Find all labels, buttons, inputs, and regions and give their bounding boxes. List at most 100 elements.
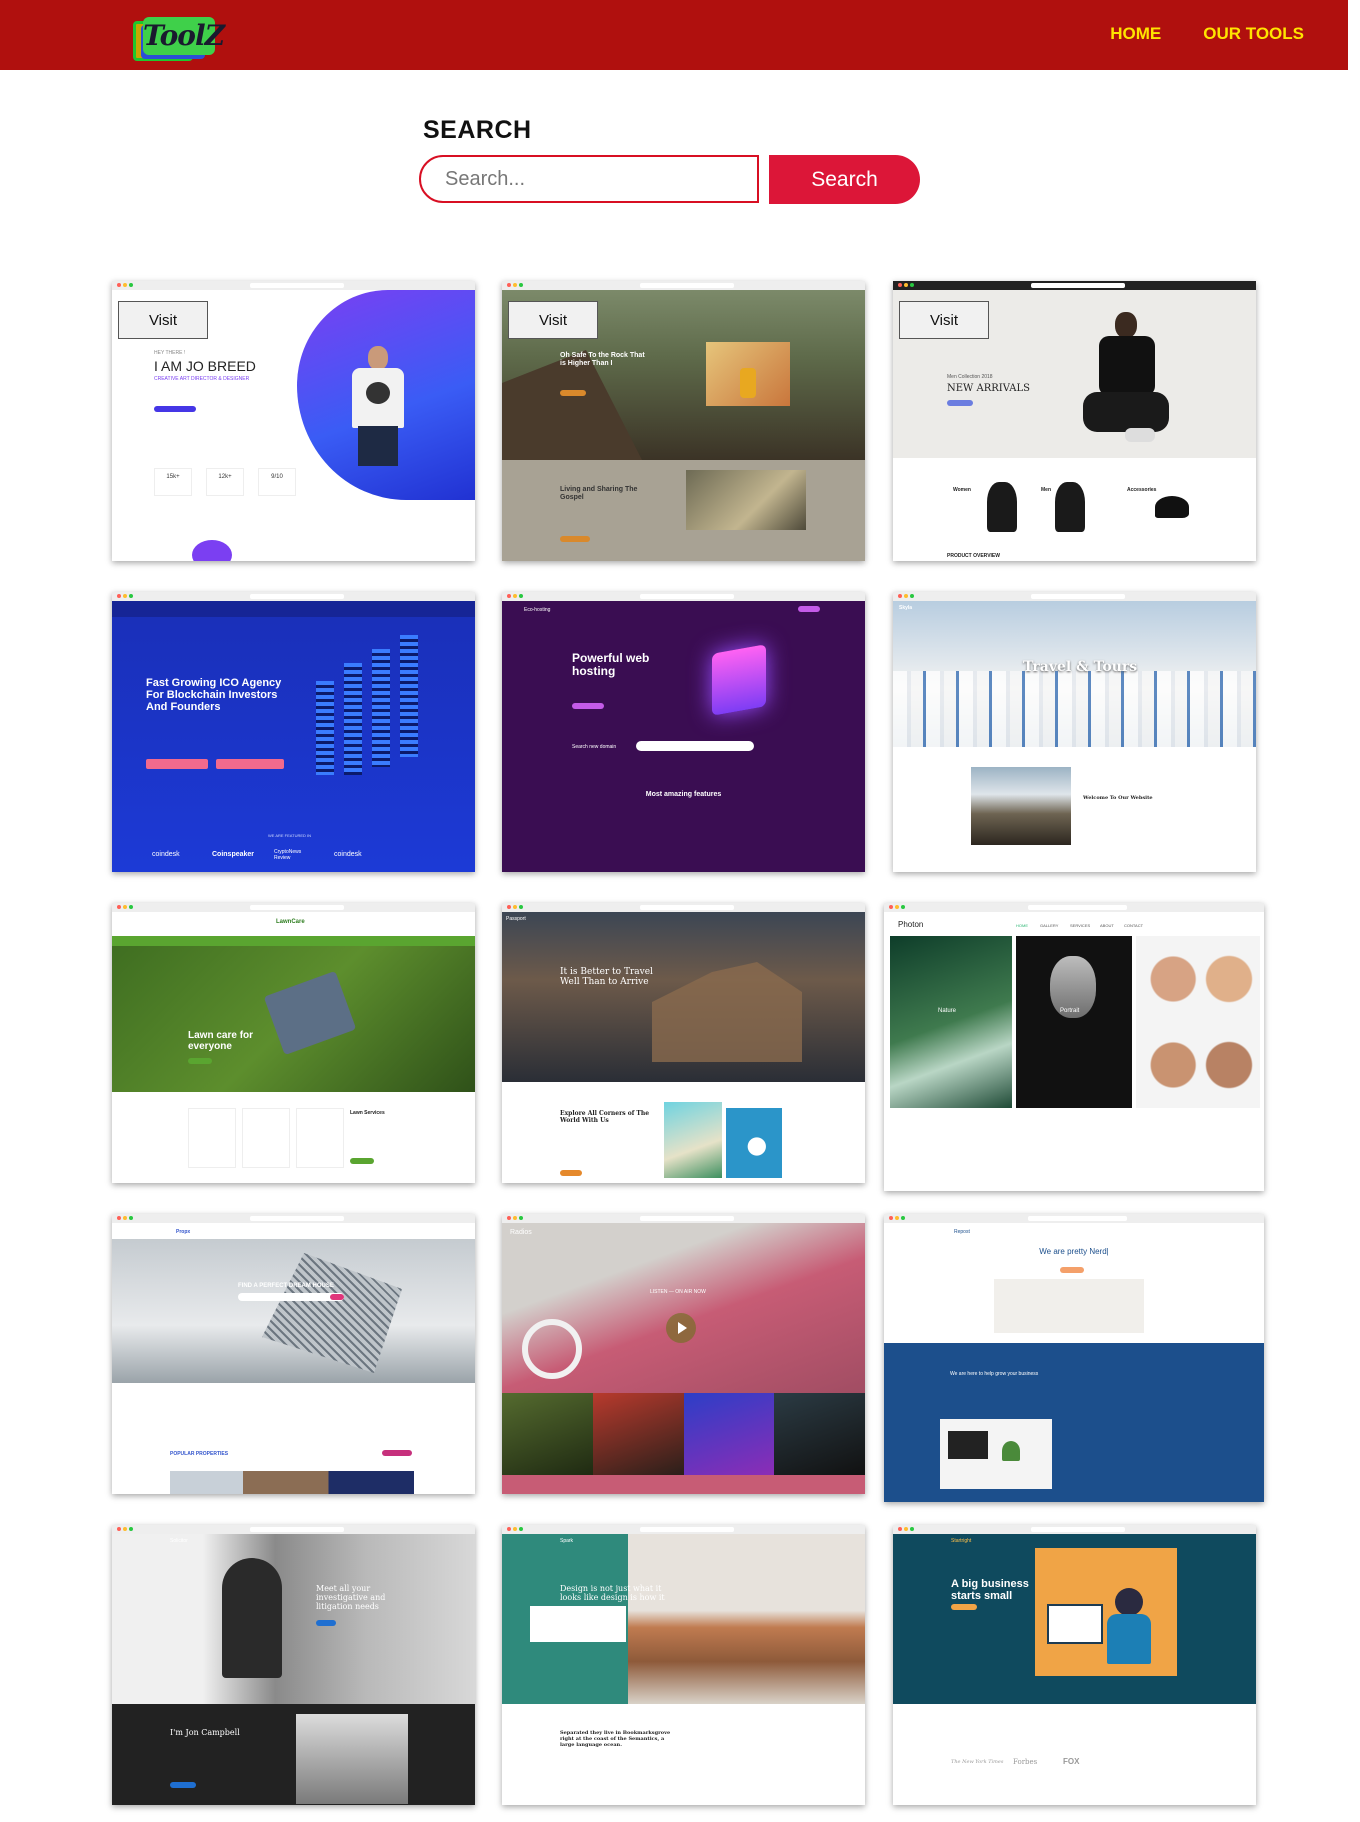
template-card-spark[interactable]: Spark Design is not just what it looks l…: [502, 1525, 865, 1805]
press-logo-4: coindesk: [334, 851, 362, 858]
site-brand: Repost: [954, 1229, 970, 1235]
site-nav: [112, 601, 475, 617]
site-brand: Skyla: [899, 605, 913, 611]
template-card-solicitor[interactable]: Solicitor Meet all your investigative an…: [112, 1525, 475, 1805]
laptop-photo: [940, 1419, 1052, 1489]
top-navbar: ToolZ HOME OUR TOOLS: [0, 0, 1348, 70]
portrait-photo: [1016, 936, 1132, 1108]
stat-2: 12k+: [206, 468, 244, 496]
cta-2: [216, 759, 284, 769]
visit-button[interactable]: Visit: [118, 301, 208, 339]
press-logo-1: The New York Times: [951, 1759, 1004, 1765]
template-preview: Passport It is Better to Travel Well Tha…: [502, 912, 865, 1183]
business-illustration: [1035, 1548, 1177, 1676]
nav-home[interactable]: HOME: [1110, 24, 1161, 44]
template-card-lawncare[interactable]: LawnCare Lawn care for everyone Lawn Ser…: [112, 903, 475, 1183]
hiker-photo: [706, 342, 790, 406]
toolz-logo[interactable]: ToolZ: [133, 17, 225, 63]
site-nav: [112, 936, 475, 946]
hero-button: [560, 390, 586, 396]
section-button: [560, 1170, 582, 1176]
template-card-passport[interactable]: Passport It is Better to Travel Well Tha…: [502, 903, 865, 1183]
nav-contact: CONTACT: [1124, 923, 1144, 928]
visit-button[interactable]: Visit: [899, 301, 989, 339]
people-photo: [1136, 936, 1260, 1108]
houses-texture: [893, 671, 1256, 747]
search-bar: [238, 1293, 344, 1301]
search-input[interactable]: [419, 155, 759, 203]
template-card-jobreed[interactable]: HEY THERE ! I AM JO BREED CREATIVE ART D…: [112, 281, 475, 561]
hero-button: [951, 1604, 977, 1610]
section-title: Explore All Corners of The World With Us: [560, 1110, 650, 1124]
hero-headline: Powerful web hosting: [572, 651, 650, 678]
template-card-hosting[interactable]: Eco-hosting Powerful web hosting Search …: [502, 592, 865, 872]
hero-headline: Lawn care for everyone: [188, 1030, 254, 1052]
visit-button[interactable]: Visit: [508, 301, 598, 339]
search-button[interactable]: Search: [769, 155, 920, 204]
site-nav-button: [798, 606, 820, 612]
women-photo: [987, 482, 1017, 532]
press-logo-3: FOX: [1063, 1757, 1080, 1766]
server-stack-illustration: [712, 644, 766, 716]
section-quote: Separated they live in Bookmarksgrove ri…: [560, 1730, 671, 1748]
portrait-photo: [296, 1714, 408, 1804]
hero-button: [1060, 1267, 1084, 1273]
listen-label: LISTEN — ON AIR NOW: [650, 1289, 706, 1295]
cta-1: [146, 759, 208, 769]
chart-bar-2: [344, 663, 362, 775]
logo-text: ToolZ: [143, 17, 225, 55]
site-brand: Radios: [510, 1229, 532, 1236]
template-preview: Eco-hosting Powerful web hosting Search …: [502, 601, 865, 872]
template-card-gospel[interactable]: Oh Safe To the Rock That is Higher Than …: [502, 281, 865, 561]
mountain-photo: [971, 767, 1071, 845]
template-card-startright[interactable]: Startright A big business starts small T…: [893, 1525, 1256, 1805]
nav-our-tools[interactable]: OUR TOOLS: [1203, 24, 1304, 44]
template-card-repost[interactable]: Repost We are pretty Nerd| We are here t…: [884, 1214, 1264, 1502]
hero-headline: I AM JO BREED: [154, 358, 256, 374]
chart-bar-3: [372, 649, 390, 767]
services-button: [350, 1158, 374, 1164]
template-card-travel[interactable]: Skyla Travel & Tours Welcome To Our Webs…: [893, 592, 1256, 872]
headphone-shape: [522, 1319, 582, 1379]
play-button: [666, 1313, 696, 1343]
stat-3: 9/10: [258, 468, 296, 496]
template-card-fashion[interactable]: Men Collection 2018 NEW ARRIVALS Women M…: [893, 281, 1256, 561]
hero-button: [316, 1620, 336, 1626]
hero-headline: NEW ARRIVALS: [947, 383, 1030, 394]
nav-home: HOME: [1016, 923, 1028, 928]
product-overview-heading: PRODUCT OVERVIEW: [947, 553, 1000, 559]
jetski-photo: [726, 1108, 782, 1178]
service-card-2: [242, 1108, 290, 1168]
template-card-radios[interactable]: Radios LISTEN — ON AIR NOW: [502, 1214, 865, 1494]
station-tile-2: [592, 1393, 684, 1475]
domain-label: Search new domain: [572, 744, 617, 750]
shop-button: [947, 400, 973, 406]
template-preview: Fast Growing ICO Agency For Blockchain I…: [112, 601, 475, 872]
template-card-photon[interactable]: Photon HOME GALLERY SERVICES ABOUT CONTA…: [884, 903, 1264, 1191]
gallery-label-nature: Nature: [938, 1008, 957, 1014]
station-tile-3: [683, 1393, 775, 1475]
template-card-ico[interactable]: Fast Growing ICO Agency For Blockchain I…: [112, 592, 475, 872]
hero-headline: It is Better to Travel Well Than to Arri…: [560, 967, 653, 987]
template-preview: LawnCare Lawn care for everyone Lawn Ser…: [112, 912, 475, 1183]
site-brand: Spark: [560, 1538, 574, 1544]
hero-headline: We are pretty Nerd|: [1039, 1247, 1109, 1256]
quote-card: [530, 1606, 626, 1642]
site-brand: Eco-hosting: [524, 607, 551, 613]
forest-photo: [890, 936, 1012, 1108]
hero-headline: FIND A PERFECT DREAM HOUSE: [238, 1283, 334, 1289]
service-card-1: [188, 1108, 236, 1168]
template-card-propx[interactable]: Propx FIND A PERFECT DREAM HOUSE POPULAR…: [112, 1214, 475, 1494]
hero-headline: Design is not just what it looks like de…: [560, 1584, 665, 1602]
stat-1: 15k+: [154, 468, 192, 496]
hero-button: [188, 1058, 212, 1064]
template-preview: Spark Design is not just what it looks l…: [502, 1534, 865, 1805]
site-brand: Photon: [898, 920, 924, 929]
hero-kicker: HEY THERE !: [154, 350, 186, 356]
template-preview: Propx FIND A PERFECT DREAM HOUSE POPULAR…: [112, 1223, 475, 1494]
category-women: Women: [953, 487, 971, 493]
hero-kicker: Men Collection 2018: [947, 374, 993, 380]
domain-search-field: [636, 741, 754, 751]
hire-me-button: [154, 406, 196, 412]
press-logo-1: coindesk: [152, 851, 180, 858]
